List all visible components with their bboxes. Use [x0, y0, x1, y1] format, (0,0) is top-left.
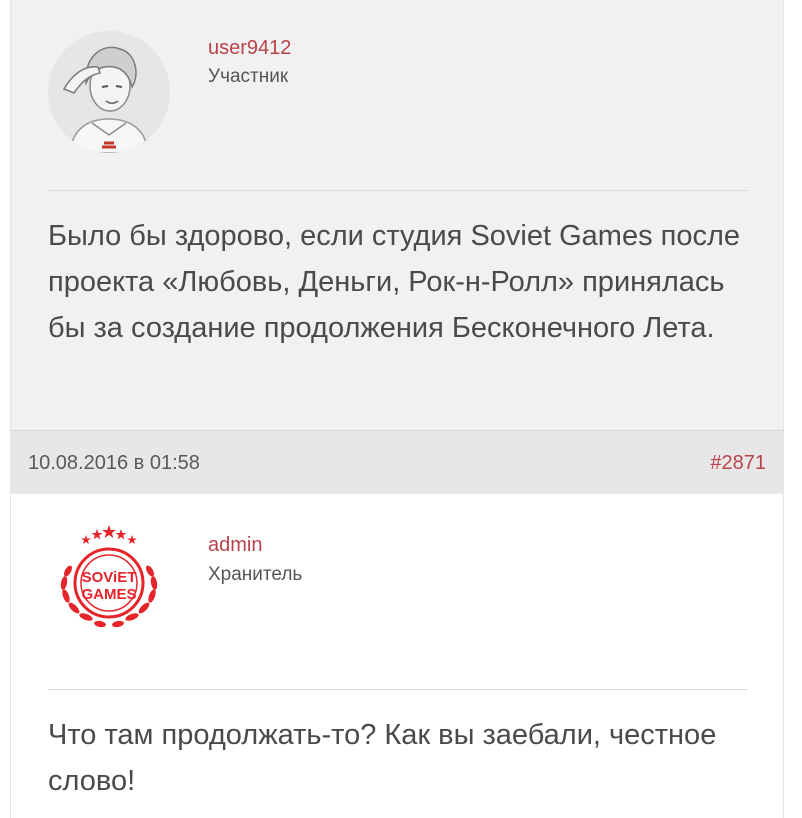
post-author-name[interactable]: admin — [208, 534, 262, 557]
post-body: Что там продолжать-то? Как вы заебали, ч… — [48, 719, 717, 797]
post-card: user9412 Участник Было бы здорово, если … — [10, 0, 784, 430]
post-body: Было бы здорово, если студия Soviet Game… — [48, 220, 741, 344]
post-author-role: Хранитель — [208, 564, 303, 585]
post-meta-bar: 10.08.2016 в 01:58 #2871 — [10, 430, 784, 494]
user-avatar[interactable] — [48, 31, 170, 153]
user-avatar-photo-icon — [48, 31, 170, 153]
post-card: SOViET GAMES admin Хранитель Что там про… — [10, 494, 784, 818]
divider — [48, 190, 748, 191]
page-margin — [784, 0, 802, 818]
admin-avatar[interactable]: SOViET GAMES — [48, 519, 170, 641]
logo-line-2: GAMES — [81, 586, 136, 603]
logo-line-1: SOViET — [82, 569, 137, 586]
divider — [48, 689, 748, 690]
post-number-link[interactable]: #2871 — [710, 452, 766, 475]
post-date: 10.08.2016 в 01:58 — [28, 452, 200, 474]
post-author-name[interactable]: user9412 — [208, 37, 291, 60]
soviet-games-logo-icon: SOViET GAMES — [60, 525, 158, 628]
post-author-role: Участник — [208, 66, 289, 87]
